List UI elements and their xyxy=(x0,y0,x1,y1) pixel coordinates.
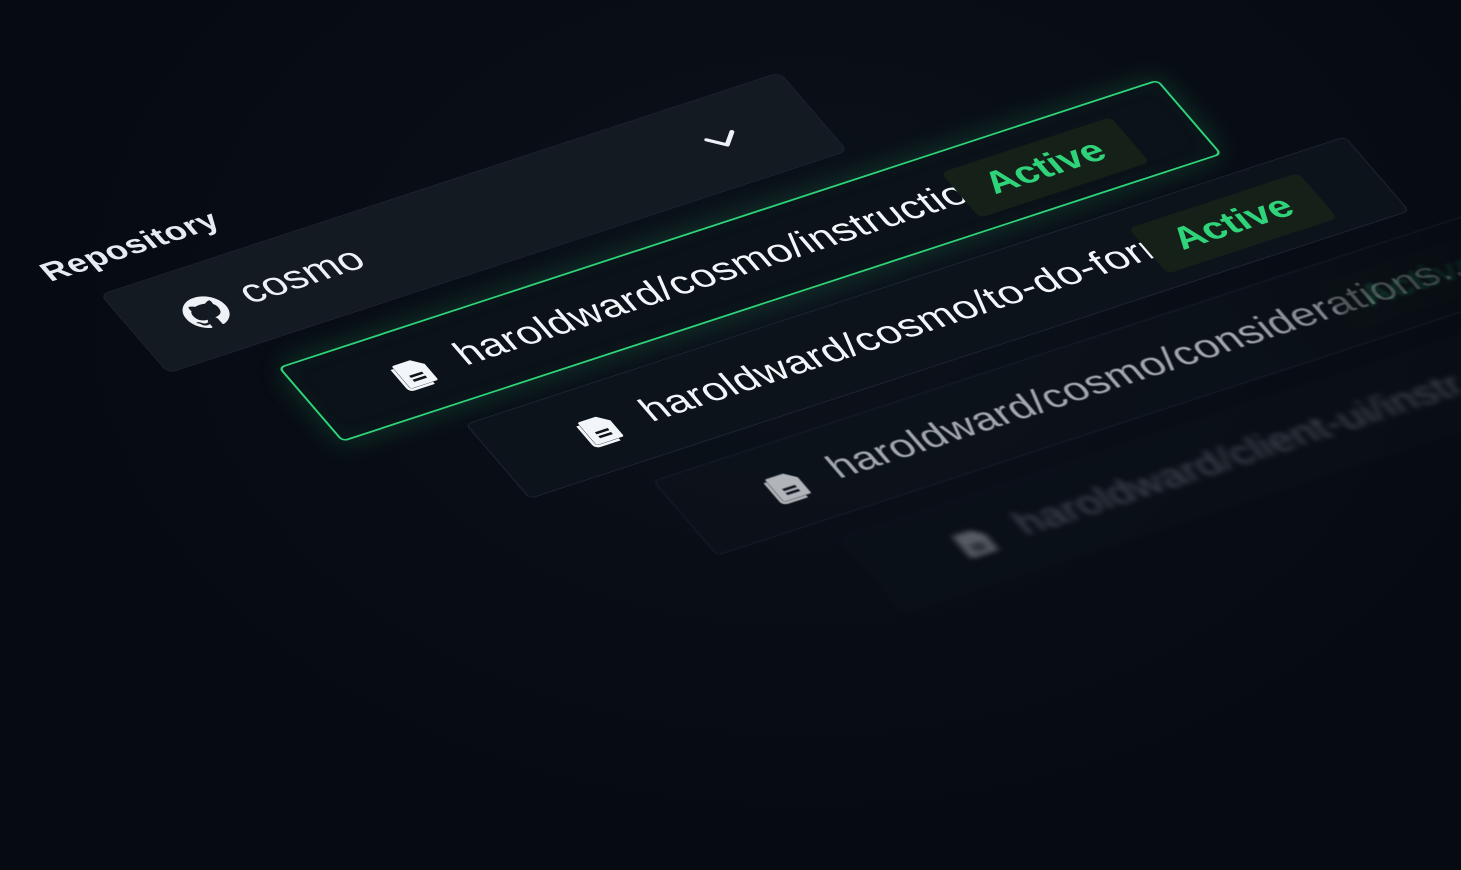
file-icon xyxy=(763,473,811,505)
tilted-panel: Repository cosmo haroldward/cosmo/instru… xyxy=(33,0,1461,754)
github-icon xyxy=(182,296,230,328)
file-icon xyxy=(390,360,438,391)
app-canvas: Repository cosmo haroldward/cosmo/instru… xyxy=(0,0,1461,870)
repository-name: cosmo xyxy=(228,240,374,311)
file-icon xyxy=(952,530,998,559)
status-badge: Active xyxy=(1128,172,1338,274)
chevron-down-icon[interactable] xyxy=(692,120,754,160)
status-badge: Active xyxy=(940,116,1150,218)
file-icon xyxy=(576,416,624,448)
